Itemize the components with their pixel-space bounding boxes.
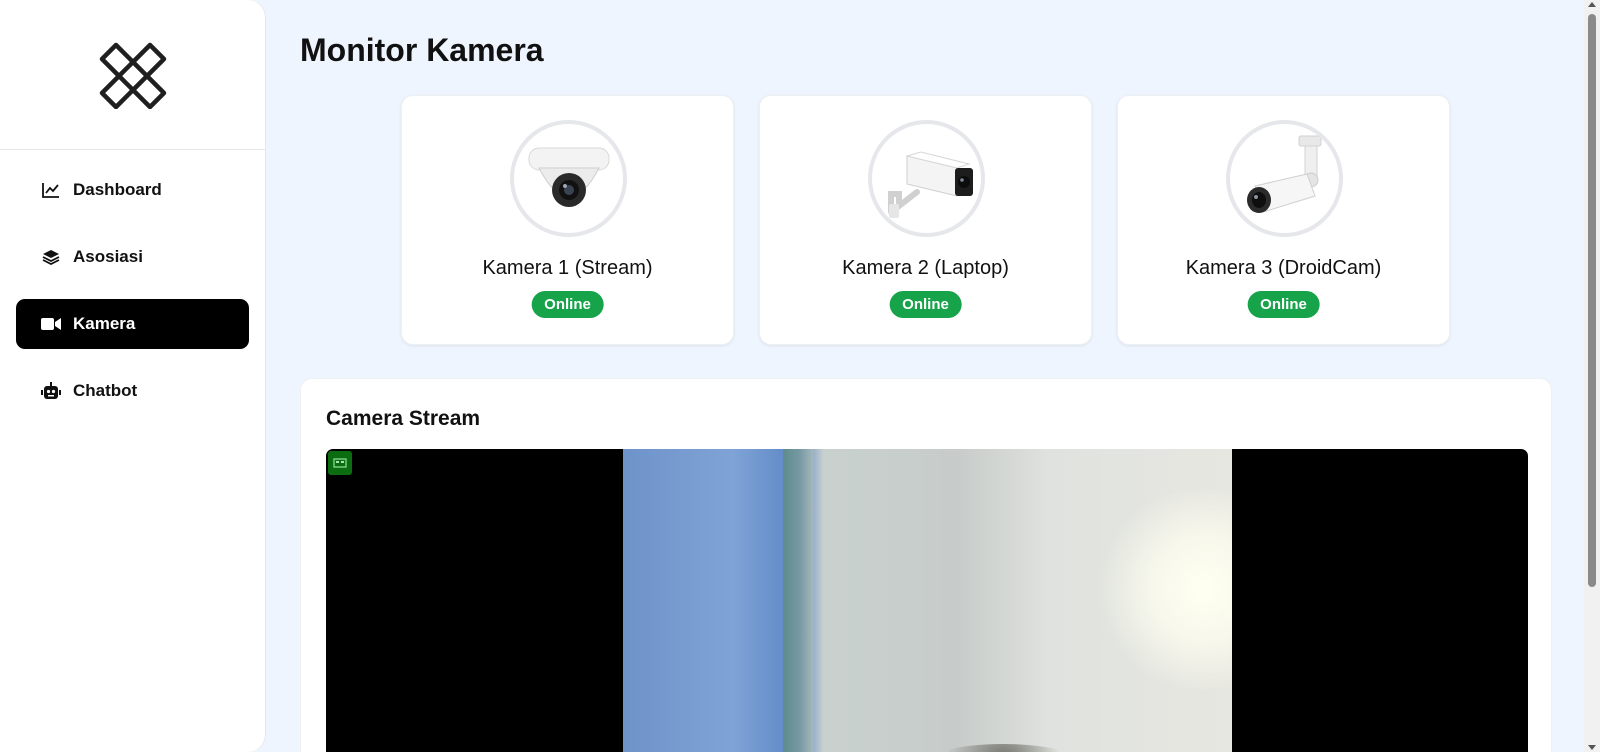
- sidebar-item-label: Kamera: [73, 314, 136, 333]
- camera-name: Kamera 2 (Laptop): [842, 257, 1009, 279]
- video-camera-icon: [41, 314, 61, 334]
- sidebar-item-dashboard[interactable]: Dashboard: [16, 165, 249, 215]
- status-badge: Online: [1247, 291, 1320, 318]
- video-scene-shadow: [923, 744, 1083, 752]
- scroll-thumb[interactable]: [1588, 14, 1596, 587]
- scroll-up-arrow-icon[interactable]: [1588, 2, 1596, 7]
- sidebar-item-label: Chatbot: [73, 381, 138, 400]
- stream-title: Camera Stream: [326, 407, 481, 430]
- video-scene-ledge: [783, 449, 813, 752]
- page-title: Monitor Kamera: [300, 32, 544, 68]
- sidebar-nav: Dashboard Asosiasi Kamera Chatbot: [0, 150, 265, 416]
- sidebar: Dashboard Asosiasi Kamera Chatbot: [0, 0, 266, 752]
- chart-line-icon: [41, 180, 61, 200]
- video-stream[interactable]: [326, 449, 1528, 752]
- robot-icon: [41, 381, 61, 401]
- camera-name: Kamera 1 (Stream): [482, 257, 653, 279]
- status-badge: Online: [531, 291, 604, 318]
- logo-area: [0, 0, 265, 150]
- sidebar-item-asosiasi[interactable]: Asosiasi: [16, 232, 249, 282]
- camera-card[interactable]: Kamera 1 (Stream) Online: [401, 95, 734, 345]
- camera-card[interactable]: Kamera 2 (Laptop) Online: [759, 95, 1092, 345]
- status-badge: Online: [889, 291, 962, 318]
- sidebar-item-label: Asosiasi: [73, 247, 143, 266]
- sidebar-item-kamera[interactable]: Kamera: [16, 299, 249, 349]
- video-scene-light: [1093, 489, 1232, 689]
- layers-icon: [41, 247, 61, 267]
- camera-name: Kamera 3 (DroidCam): [1185, 257, 1382, 279]
- video-frame: [623, 449, 1232, 752]
- camera-stream-panel: Camera Stream: [300, 378, 1552, 752]
- box-camera-icon: [868, 120, 985, 237]
- sidebar-item-label: Dashboard: [73, 180, 162, 199]
- bullet-camera-icon: [1226, 120, 1343, 237]
- stream-overlay-icon[interactable]: [328, 451, 352, 475]
- brand-logo[interactable]: [98, 41, 168, 109]
- camera-cards: Kamera 1 (Stream) Online Kamera 2 (Lapto…: [401, 95, 1450, 345]
- page-scrollbar[interactable]: [1584, 0, 1600, 752]
- sidebar-item-chatbot[interactable]: Chatbot: [16, 366, 249, 416]
- scroll-down-arrow-icon[interactable]: [1588, 745, 1596, 750]
- camera-card[interactable]: Kamera 3 (DroidCam) Online: [1117, 95, 1450, 345]
- main-content: Monitor Kamera Kamera 1 (Stream) Online: [300, 0, 1568, 752]
- dome-camera-icon: [510, 120, 627, 237]
